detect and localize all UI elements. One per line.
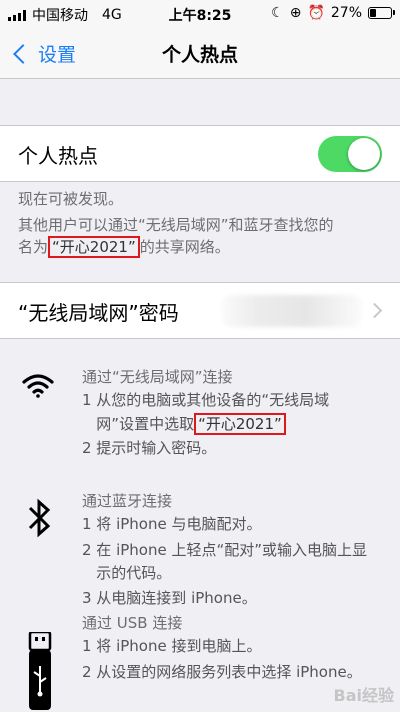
bluetooth-step-2-cont: 示的代码。: [82, 564, 172, 582]
alarm-icon: ⏰: [307, 5, 325, 21]
usb-step-2: 2 从设置的网络服务列表中选择 iPhone。: [82, 663, 362, 681]
info-suffix: 的共享网络。: [139, 238, 230, 256]
wifi-section-title: 通过“无线局域网”连接: [82, 368, 233, 386]
battery-percent: 27%: [330, 5, 362, 21]
discoverable-text: 现在可被发现。: [18, 190, 124, 208]
watermark-logo: Bai经验: [333, 686, 394, 705]
wifi-icon: [22, 374, 54, 398]
network-name-highlight: “开心2021”: [194, 413, 286, 435]
bluetooth-section-title: 通过蓝牙连接: [82, 492, 173, 510]
info-prefix: 名为: [18, 238, 49, 256]
bluetooth-step-3: 3 从电脑连接到 iPhone。: [82, 589, 257, 607]
password-value-blurred: [222, 295, 362, 327]
hotspot-row: 个人热点: [0, 125, 400, 182]
hotspot-toggle[interactable]: [318, 136, 382, 172]
info-text-line: 名为 “开心2021” 的共享网络。: [18, 236, 230, 258]
wifi-step-text: 网”设置中选取: [82, 415, 195, 433]
moon-icon: ☾: [271, 5, 284, 21]
info-text-line: 其他用户可以通过“无线局域网”和蓝牙查找您的: [18, 216, 334, 234]
hotspot-label: 个人热点: [18, 144, 98, 168]
usb-step-1: 1 将 iPhone 接到电脑上。: [82, 637, 262, 655]
toggle-knob: [348, 138, 380, 170]
battery-icon: [368, 7, 395, 19]
bluetooth-icon: [28, 498, 51, 538]
usb-icon: [28, 632, 52, 710]
bluetooth-step-2: 2 在 iPhone 上轻点“配对”或输入电脑上显: [82, 541, 368, 559]
status-bar: 中国移动 4G 上午8:25 ☾ ⊕ ⏰ 27%: [0, 0, 400, 28]
network-name-highlight: “开心2021”: [48, 236, 140, 258]
rotation-lock-icon: ⊕: [289, 5, 302, 21]
page-title: 个人热点: [161, 44, 238, 66]
wifi-step-1: 1 从您的电脑或其他设备的“无线局域: [82, 391, 330, 409]
bluetooth-step-1: 1 将 iPhone 与电脑配对。: [82, 515, 262, 533]
wifi-step-2: 2 提示时输入密码。: [82, 439, 217, 457]
usb-section-title: 通过 USB 连接: [82, 614, 183, 632]
chevron-right-icon: [366, 302, 383, 319]
nav-bar: 设置 个人热点: [0, 28, 400, 79]
wifi-password-label: “无线局域网”密码: [18, 301, 179, 325]
status-right: ☾ ⊕ ⏰ 27%: [271, 5, 395, 21]
wifi-password-row[interactable]: “无线局域网”密码: [0, 282, 400, 339]
wifi-step-1-cont: 网”设置中选取 “开心2021”: [82, 413, 286, 435]
